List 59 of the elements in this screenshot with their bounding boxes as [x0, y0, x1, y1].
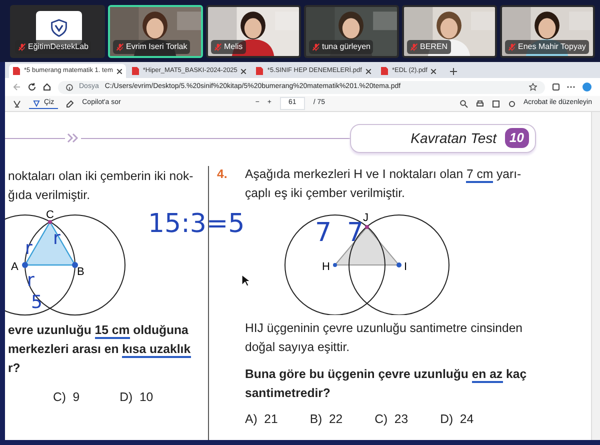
eraser-icon[interactable] [66, 100, 74, 108]
pdf-icon [13, 67, 20, 75]
close-icon[interactable] [366, 68, 371, 74]
shield-logo-icon [50, 19, 68, 37]
underlined-text: kısa uzaklık [122, 342, 191, 358]
answer-option: B) 22 [310, 410, 343, 428]
muted-mic-icon[interactable] [312, 43, 320, 51]
underlined-text: en az [472, 367, 503, 383]
participant-name: EğitimDestekLab [28, 41, 88, 53]
print-icon[interactable] [476, 100, 484, 108]
underlined-text: 15 cm [94, 323, 130, 339]
answer-option: D) 10 [120, 388, 154, 406]
answer-option: C) 9 [53, 388, 80, 406]
cursor-icon [241, 274, 250, 287]
text-line: ğıda verilmiştir. [8, 187, 92, 204]
close-icon[interactable] [116, 68, 122, 74]
search-icon[interactable] [460, 100, 468, 108]
handwritten-note: 7 [315, 220, 332, 246]
text-line: noktaları olan iki çemberin iki nok- [8, 168, 194, 185]
info-icon[interactable] [66, 84, 73, 90]
underlined-text: 7 cm [466, 167, 494, 183]
handwritten-note: r [53, 230, 60, 248]
text-line: evre uzunluğu 15 cm olduğuna [8, 322, 190, 340]
participant-name: Evrim Iseri Torlak [126, 41, 188, 53]
text-line: r? [8, 360, 22, 377]
highlight-icon[interactable] [13, 100, 21, 108]
participant-name: BEREN [420, 41, 448, 53]
participant-name: Enes Mahir Topyay [518, 41, 586, 53]
muted-mic-icon[interactable] [116, 43, 124, 51]
close-icon[interactable] [431, 68, 436, 74]
text-line: merkezleri arası en kısa uzaklık [8, 341, 192, 359]
question-number: 4. [217, 166, 228, 183]
test-number: 10 [504, 128, 529, 148]
text-line: Aşağıda merkezleri H ve I noktaları olan 7 cm yarı- [245, 166, 522, 184]
close-icon[interactable] [241, 68, 246, 74]
answer-option: D) 24 [440, 410, 474, 428]
handwritten-note: r [27, 272, 34, 290]
handwritten-note: 7 [347, 220, 364, 246]
text-line: Buna göre bu üçgenin çevre uzunluğu en az kaç [245, 366, 528, 384]
participant-name: Melis [224, 41, 243, 53]
text-line: çaplı eş iki çember verilmiştir. [245, 185, 406, 202]
test-title: Kavratan Test [410, 128, 497, 148]
scrollbar[interactable] [591, 112, 600, 440]
muted-mic-icon[interactable] [18, 43, 26, 51]
new-tab-icon[interactable] [450, 68, 458, 75]
star-icon[interactable] [529, 83, 537, 91]
chevron-icon [67, 133, 79, 143]
text-line: HIJ üçgeninin çevre uzunluğu santimetre cinsinden [245, 320, 524, 337]
refresh-icon[interactable] [28, 83, 36, 91]
home-icon[interactable] [43, 83, 51, 91]
participant-name: tuna gürleyen [322, 41, 370, 53]
answer-option: A) 21 [245, 410, 278, 428]
answer-option: C) 23 [374, 410, 408, 428]
pdf-icon [132, 67, 139, 75]
text-line: santimetredir? [245, 385, 332, 402]
pdf-icon [380, 67, 388, 75]
pdf-icon [256, 67, 264, 75]
text-line: doğal sayıya eşittir. [245, 339, 351, 356]
handwritten-note: 5 [31, 294, 42, 312]
